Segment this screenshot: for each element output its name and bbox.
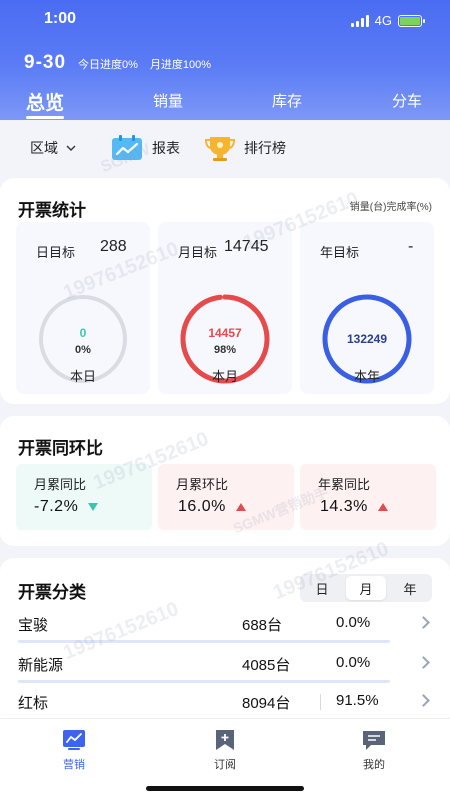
category-units: 688台: [242, 617, 283, 634]
month-target-label: 月目标: [178, 245, 218, 260]
ranking-button[interactable]: 排行榜: [204, 134, 286, 162]
nav-subscribe-label: 订阅: [214, 759, 236, 771]
signal-icon: [350, 14, 369, 27]
year-target-value: -: [408, 238, 414, 255]
chevron-right-icon: [417, 694, 430, 707]
category-progress-track: [18, 680, 390, 683]
month-rate: 98%: [214, 344, 236, 356]
year-caption: 本年: [353, 369, 380, 384]
day-caption: 本日: [69, 369, 96, 384]
invoice-category-card: 开票分类 日 月 年 宝骏 688台 0.0% 新能源 4085台 0.0% 红…: [0, 558, 450, 728]
period-day[interactable]: 日: [302, 576, 342, 600]
month-yoy-value: -7.2%: [34, 498, 79, 515]
invoice-category-title: 开票分类: [18, 583, 86, 602]
category-progress-track: [18, 640, 390, 643]
nav-marketing[interactable]: 营销: [34, 729, 114, 772]
month-caption: 本月: [211, 369, 238, 384]
year-yoy-label: 年累同比: [318, 477, 371, 492]
category-rate: 91.5%: [336, 692, 379, 709]
month-mom-value: 16.0%: [178, 498, 226, 515]
month-target-value: 14745: [224, 238, 269, 255]
month-yoy-label: 月累同比: [34, 477, 87, 492]
status-time: 1:00: [44, 10, 77, 27]
trend-up-icon: [235, 503, 246, 511]
category-divider: [320, 694, 321, 710]
status-bar: 1:00 4G: [0, 8, 450, 32]
nav-mine[interactable]: 我的: [334, 729, 414, 772]
invoice-stats-title: 开票统计: [18, 201, 86, 220]
current-date: 9-30: [24, 52, 67, 73]
trend-up-icon: [377, 503, 388, 511]
year-yoy-value-row: 14.3%: [320, 498, 388, 516]
tab-inventory[interactable]: 库存: [272, 90, 302, 111]
bookmark-add-icon: [216, 730, 234, 750]
month-progress: 月进度100%: [149, 59, 212, 71]
region-label: 区域: [30, 140, 58, 156]
day-value: 0: [80, 326, 87, 340]
tab-overview[interactable]: 总览: [26, 88, 64, 115]
month-yoy-value-row: -7.2%: [34, 498, 99, 516]
category-units: 8094台: [242, 695, 291, 712]
category-row-baojun[interactable]: 宝骏 688台 0.0%: [18, 612, 430, 646]
day-rate: 0%: [75, 344, 91, 356]
year-target-label: 年目标: [320, 245, 360, 260]
report-button[interactable]: 报表: [110, 134, 180, 162]
invoice-compare-title: 开票同环比: [18, 439, 103, 458]
status-icons: 4G: [350, 13, 425, 28]
toolbar: 区域 报表 排行榜: [0, 120, 450, 176]
month-yoy-box[interactable]: 月累同比 -7.2%: [16, 464, 152, 530]
year-yoy-box[interactable]: 年累同比 14.3%: [300, 464, 436, 530]
network-label: 4G: [374, 13, 392, 28]
battery-charging-icon: [398, 14, 425, 27]
category-row-new-energy[interactable]: 新能源 4085台 0.0%: [18, 652, 430, 686]
category-name: 宝骏: [18, 617, 49, 634]
trend-down-icon: [88, 503, 99, 511]
category-name: 新能源: [18, 657, 64, 674]
year-yoy-value: 14.3%: [320, 498, 368, 515]
today-progress: 今日进度0%: [78, 59, 138, 71]
period-year[interactable]: 年: [390, 576, 430, 600]
report-label: 报表: [152, 140, 180, 156]
header: 1:00 4G 9-30 今日进度0% 月进度100% 总览 销量 库存 分车: [0, 0, 450, 120]
top-tabs: 总览 销量 库存 分车: [0, 88, 450, 119]
category-units: 4085台: [242, 657, 291, 674]
home-indicator: [146, 786, 304, 791]
region-dropdown[interactable]: 区域: [30, 138, 76, 158]
report-chart-icon: [112, 135, 142, 160]
tab-vehicle-split[interactable]: 分车: [392, 90, 422, 111]
day-target-value: 288: [100, 238, 127, 255]
category-rate: 0.0%: [336, 654, 371, 671]
month-mom-box[interactable]: 月累环比 16.0%: [158, 464, 294, 530]
ranking-label: 排行榜: [244, 140, 286, 156]
day-target-label: 日目标: [36, 245, 76, 260]
invoice-stats-unit-note: 销量(台)完成率(%): [349, 202, 432, 213]
invoice-compare-card: 开票同环比 月累同比 -7.2% 月累环比 16.0% 年累同比 14.3%: [0, 416, 450, 546]
day-target-box[interactable]: 日目标 288 0 0% 本日: [16, 222, 150, 394]
date-progress-row: 9-30 今日进度0% 月进度100%: [24, 52, 211, 74]
category-name: 红标: [18, 695, 49, 712]
category-rate: 0.0%: [336, 614, 371, 631]
message-icon: [363, 731, 385, 750]
month-mom-value-row: 16.0%: [178, 498, 246, 516]
period-month[interactable]: 月: [346, 576, 386, 600]
nav-subscribe[interactable]: 订阅: [185, 729, 265, 772]
nav-marketing-label: 营销: [63, 759, 85, 771]
month-value: 14457: [208, 326, 242, 340]
marketing-chart-icon: [63, 730, 85, 750]
year-value: 132249: [347, 332, 387, 346]
chevron-down-icon: [66, 145, 76, 151]
nav-mine-label: 我的: [363, 759, 385, 771]
tab-sales[interactable]: 销量: [153, 90, 183, 111]
tab-underline: [26, 116, 64, 119]
month-target-box[interactable]: 月目标 14745 14457 98% 本月: [158, 222, 292, 394]
chevron-right-icon: [417, 616, 430, 629]
chevron-right-icon: [417, 656, 430, 669]
month-mom-label: 月累环比: [176, 477, 229, 492]
trophy-icon: [204, 137, 236, 161]
year-target-box[interactable]: 年目标 - 132249 本年: [300, 222, 434, 394]
period-segmented-control: 日 月 年: [300, 574, 432, 602]
invoice-stats-card: 开票统计 销量(台)完成率(%) 日目标 288 0 0% 本日 月目标 147…: [0, 178, 450, 404]
